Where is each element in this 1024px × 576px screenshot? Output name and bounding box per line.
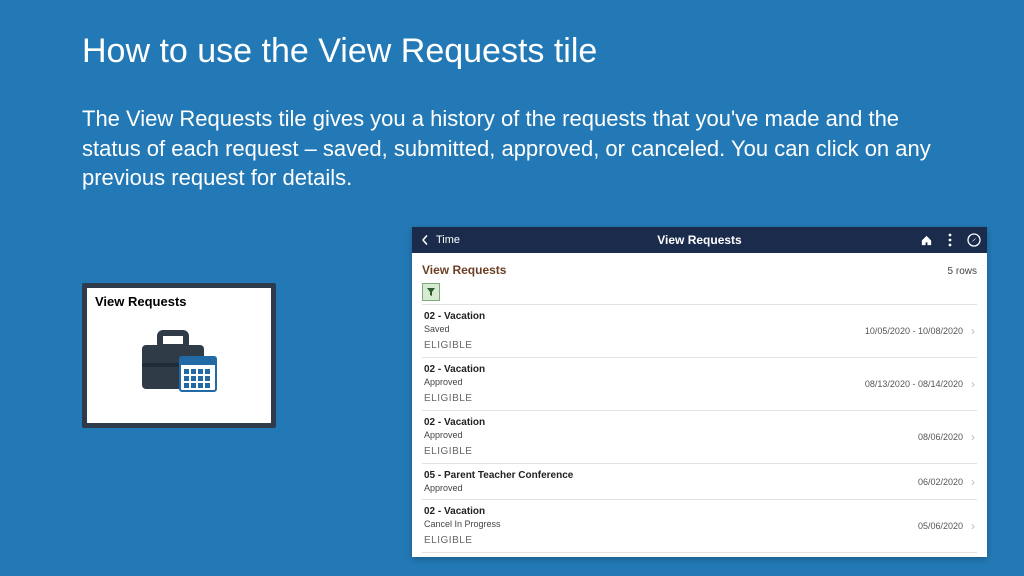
row-status: Approved [424, 483, 573, 493]
request-row[interactable]: 02 - Vacation Saved ELIGIBLE 10/05/2020 - 1… [422, 305, 977, 358]
section-title: View Requests [422, 263, 506, 277]
row-date: 08/06/2020 [918, 432, 963, 442]
back-button[interactable]: Time [418, 233, 460, 247]
row-type: 05 - Parent Teacher Conference [424, 470, 573, 481]
chevron-right-icon: › [971, 430, 975, 444]
row-date: 06/02/2020 [918, 477, 963, 487]
row-type: 02 - Vacation [424, 417, 485, 428]
filter-button[interactable] [422, 283, 440, 301]
row-eligible: ELIGIBLE [424, 393, 485, 404]
row-date: 08/13/2020 - 08/14/2020 [865, 379, 963, 389]
tile-title: View Requests [95, 294, 263, 309]
row-status: Saved [424, 324, 485, 334]
back-label: Time [436, 234, 460, 246]
slide-title: How to use the View Requests tile [82, 32, 597, 71]
app-content: View Requests 5 rows 02 - Vacation Saved E… [412, 253, 987, 557]
row-status: Cancel In Progress [424, 519, 501, 529]
briefcase-calendar-icon [136, 327, 222, 397]
request-row[interactable]: 05 - Parent Teacher Conference Approved 06… [422, 464, 977, 500]
slide-body-text: The View Requests tile gives you a histo… [82, 104, 942, 193]
row-date: 05/06/2020 [918, 521, 963, 531]
compass-icon[interactable] [967, 233, 981, 247]
home-icon[interactable] [919, 233, 933, 247]
request-row[interactable]: 02 - Vacation Approved ELIGIBLE 08/13/2020 … [422, 358, 977, 411]
chevron-right-icon: › [971, 377, 975, 391]
row-type: 02 - Vacation [424, 506, 501, 517]
chevron-right-icon: › [971, 475, 975, 489]
app-title: View Requests [412, 233, 987, 247]
tile-icon-wrap [95, 309, 263, 414]
request-row[interactable]: 02 - Vacation Cancel In Progress ELIGIBLE 0… [422, 500, 977, 553]
chevron-left-icon [418, 233, 432, 247]
row-type: 02 - Vacation [424, 311, 485, 322]
filter-icon [426, 287, 436, 297]
menu-kebab-icon[interactable] [943, 233, 957, 247]
row-eligible: ELIGIBLE [424, 446, 485, 457]
row-type: 02 - Vacation [424, 364, 485, 375]
row-status: Approved [424, 430, 485, 440]
request-row[interactable]: 02 - Vacation Approved ELIGIBLE 08/06/2020 › [422, 411, 977, 464]
row-eligible: ELIGIBLE [424, 340, 485, 351]
row-eligible: ELIGIBLE [424, 535, 501, 546]
row-count: 5 rows [948, 266, 977, 277]
request-list: 02 - Vacation Saved ELIGIBLE 10/05/2020 - 1… [422, 304, 977, 553]
chevron-right-icon: › [971, 324, 975, 338]
app-header: Time View Requests [412, 227, 987, 253]
view-requests-tile[interactable]: View Requests [82, 283, 276, 428]
chevron-right-icon: › [971, 519, 975, 533]
row-date: 10/05/2020 - 10/08/2020 [865, 326, 963, 336]
app-panel: Time View Requests View Requests 5 rows … [412, 227, 987, 557]
row-status: Approved [424, 377, 485, 387]
